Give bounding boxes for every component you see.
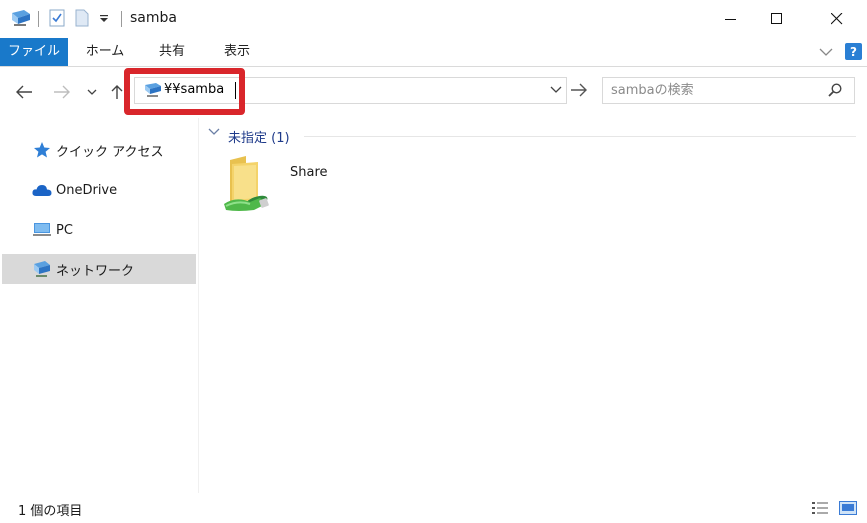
sidebar-item-onedrive[interactable]: OneDrive [2, 175, 196, 205]
search-icon[interactable] [828, 83, 842, 101]
computer-icon [32, 220, 52, 240]
tab-home[interactable]: ホーム [78, 38, 132, 66]
up-arrow-icon [111, 85, 123, 99]
group-divider [304, 136, 856, 137]
status-item-count: 1 個の項目 [18, 504, 83, 519]
file-item-label: Share [290, 165, 328, 180]
group-header[interactable]: 未指定 (1) [228, 127, 290, 146]
minimize-icon [725, 19, 736, 20]
sidebar-item-network[interactable]: ネットワーク [2, 254, 196, 284]
address-dropdown-button[interactable] [550, 84, 562, 99]
group-collapse-icon[interactable] [207, 126, 221, 142]
search-input[interactable] [611, 82, 821, 99]
large-icons-view-icon [839, 501, 857, 515]
shared-folder-icon [220, 154, 272, 220]
customize-toolbar-icon[interactable] [98, 11, 110, 29]
properties-icon[interactable] [49, 9, 65, 31]
go-button[interactable] [570, 82, 588, 102]
go-arrow-icon [571, 83, 587, 97]
tab-share[interactable]: 共有 [146, 38, 198, 66]
pane-divider [198, 118, 199, 493]
maximize-icon [771, 13, 782, 24]
close-icon [831, 13, 843, 25]
window-title: samba [130, 10, 177, 26]
maximize-button[interactable] [754, 0, 800, 38]
minimize-button[interactable] [708, 0, 754, 38]
recent-locations-button[interactable] [81, 78, 103, 106]
chevron-down-icon [87, 89, 97, 95]
title-separator [121, 11, 122, 27]
large-icons-view-button[interactable] [838, 499, 858, 517]
cloud-icon [32, 180, 52, 200]
close-button[interactable] [814, 0, 860, 38]
svg-text:?: ? [850, 45, 857, 59]
help-icon[interactable]: ? [845, 43, 862, 64]
app-icon [10, 10, 32, 32]
sidebar-item-quick-access[interactable]: クイック アクセス [2, 135, 196, 165]
forward-arrow-icon [54, 85, 70, 99]
sidebar-item-label: クイック アクセス [56, 144, 164, 160]
sidebar-item-label: OneDrive [56, 182, 118, 198]
forward-button[interactable] [49, 78, 75, 106]
details-view-button[interactable] [810, 499, 830, 517]
ribbon-divider [0, 66, 867, 67]
star-icon [32, 140, 52, 160]
sidebar-item-pc[interactable]: PC [2, 215, 196, 245]
tab-view[interactable]: 表示 [210, 38, 264, 66]
back-arrow-icon [16, 85, 32, 99]
search-box[interactable] [602, 77, 855, 104]
back-button[interactable] [11, 78, 37, 106]
new-folder-icon[interactable] [75, 9, 89, 31]
sidebar-item-label: ネットワーク [56, 263, 135, 279]
details-view-icon [812, 502, 828, 514]
tab-file[interactable]: ファイル [0, 38, 68, 66]
sidebar-item-label: PC [56, 222, 73, 238]
network-icon [32, 259, 52, 279]
highlight-annotation [124, 68, 245, 115]
quick-access-separator [38, 11, 39, 27]
chevron-down-icon [550, 86, 562, 93]
expand-ribbon-icon[interactable] [818, 46, 834, 62]
